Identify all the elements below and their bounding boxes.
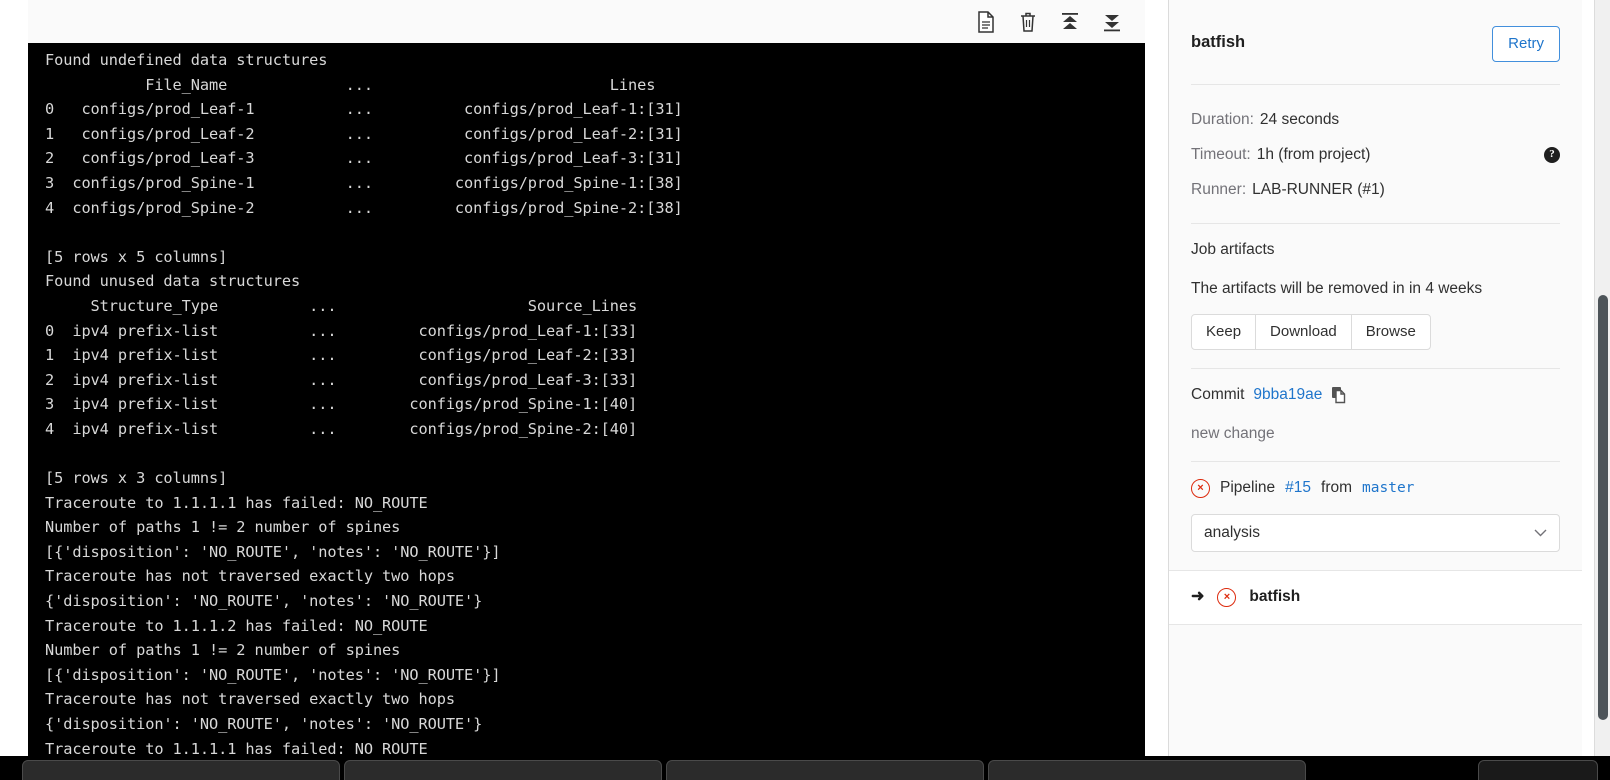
log-line: [5 rows x 5 columns] xyxy=(45,247,228,266)
log-line: Number of paths 1 != 2 number of spines xyxy=(45,641,401,660)
raw-log-icon[interactable] xyxy=(975,10,997,34)
chevron-down-icon xyxy=(1534,526,1547,540)
log-line: 2 ipv4 prefix-list ... configs/prod_Leaf… xyxy=(45,370,638,389)
log-line: Structure_Type ... Source_Lines xyxy=(45,296,638,315)
stage-select-value: analysis xyxy=(1204,523,1260,541)
browser-scrollbar-thumb[interactable] xyxy=(1598,295,1608,720)
pipeline-section: × Pipeline #15 from master analysis xyxy=(1191,460,1560,570)
scroll-to-top-icon[interactable] xyxy=(1059,10,1081,34)
pipeline-from-label: from xyxy=(1321,479,1353,496)
timeout-label: Timeout: xyxy=(1191,146,1251,163)
job-list-item-batfish[interactable]: ➜ × batfish xyxy=(1169,571,1582,625)
log-line: Found undefined data structures xyxy=(45,51,328,69)
sidebar-inner: batfish Retry Duration: 24 seconds Timeo… xyxy=(1169,0,1582,570)
timeout-row: Timeout: 1h (from project) ? xyxy=(1191,137,1560,172)
log-line: Traceroute to 1.1.1.2 has failed: NO_ROU… xyxy=(45,616,428,635)
download-artifacts-button[interactable]: Download xyxy=(1255,314,1352,350)
log-line: Number of paths 1 != 2 number of spines xyxy=(45,518,401,537)
job-list-item-label: batfish xyxy=(1249,588,1301,605)
artifacts-expiry-text: The artifacts will be removed in in 4 we… xyxy=(1191,280,1483,297)
job-failed-icon: × xyxy=(1217,587,1237,607)
arrow-right-icon: ➜ xyxy=(1191,588,1205,605)
taskbar-window-2[interactable] xyxy=(344,760,662,780)
timeout-value: 1h (from project) xyxy=(1256,146,1371,163)
copy-icon[interactable] xyxy=(1331,386,1348,404)
pipeline-job-list: ➜ × batfish xyxy=(1169,569,1582,625)
job-log-page: Found undefined data structures File_Nam… xyxy=(0,0,1610,780)
log-line: 4 ipv4 prefix-list ... configs/prod_Spin… xyxy=(45,419,638,438)
browse-artifacts-button[interactable]: Browse xyxy=(1350,314,1431,350)
commit-row: Commit 9bba19ae xyxy=(1191,386,1560,404)
log-line: [{'disposition': 'NO_ROUTE', 'notes': 'N… xyxy=(45,665,501,684)
job-title: batfish xyxy=(1191,33,1246,51)
taskbar-window-1[interactable] xyxy=(22,760,340,780)
job-log-area: Found undefined data structures File_Nam… xyxy=(0,0,1168,756)
commit-section: Commit 9bba19ae new change xyxy=(1191,367,1560,461)
log-line: {'disposition': 'NO_ROUTE', 'notes': 'NO… xyxy=(45,715,483,734)
commit-message: new change xyxy=(1191,424,1275,442)
runner-value: LAB-RUNNER (#1) xyxy=(1252,181,1385,198)
artifacts-title: Job artifacts xyxy=(1191,241,1275,258)
log-line: 4 configs/prod_Spine-2 ... configs/prod_… xyxy=(45,198,683,217)
help-icon[interactable]: ? xyxy=(1544,146,1560,163)
log-line: 0 ipv4 prefix-list ... configs/prod_Leaf… xyxy=(45,321,638,340)
log-line: [{'disposition': 'NO_ROUTE', 'notes': 'N… xyxy=(45,542,501,561)
runner-row: Runner: LAB-RUNNER (#1) xyxy=(1191,172,1560,207)
pipeline-row: × Pipeline #15 from master xyxy=(1191,478,1560,498)
log-line: 1 ipv4 prefix-list ... configs/prod_Leaf… xyxy=(45,346,638,365)
pipeline-number-link[interactable]: #15 xyxy=(1285,479,1311,497)
commit-label: Commit xyxy=(1191,385,1245,403)
log-line: Traceroute to 1.1.1.1 has failed: NO_ROU… xyxy=(45,493,428,512)
sidebar-header: batfish Retry xyxy=(1191,0,1560,85)
stage-select[interactable]: analysis xyxy=(1191,513,1560,552)
log-line: File_Name ... Lines xyxy=(45,75,656,94)
log-line: 2 configs/prod_Leaf-3 ... configs/prod_L… xyxy=(45,149,683,168)
pipeline-failed-icon: × xyxy=(1191,478,1210,498)
terminal-output[interactable]: Found undefined data structures File_Nam… xyxy=(28,43,1145,756)
job-sidebar: batfish Retry Duration: 24 seconds Timeo… xyxy=(1168,0,1582,756)
log-line: 3 configs/prod_Spine-1 ... configs/prod_… xyxy=(45,173,683,192)
runner-label: Runner: xyxy=(1191,181,1247,198)
log-line: {'disposition': 'NO_ROUTE', 'notes': 'NO… xyxy=(45,592,483,611)
keep-artifacts-button[interactable]: Keep xyxy=(1191,314,1257,350)
log-line: 0 configs/prod_Leaf-1 ... configs/prod_L… xyxy=(45,100,683,119)
duration-row: Duration: 24 seconds xyxy=(1191,102,1560,137)
browser-scrollbar[interactable] xyxy=(1594,0,1610,756)
os-taskbar xyxy=(0,756,1610,780)
duration-value: 24 seconds xyxy=(1259,111,1340,128)
artifacts-button-group: Keep Download Browse xyxy=(1191,314,1431,350)
commit-sha-link[interactable]: 9bba19ae xyxy=(1253,386,1322,404)
log-line: 3 ipv4 prefix-list ... configs/prod_Spin… xyxy=(45,395,638,414)
scroll-to-bottom-icon[interactable] xyxy=(1101,10,1123,34)
pipeline-ref-link[interactable]: master xyxy=(1362,480,1414,496)
job-meta: Duration: 24 seconds Timeout: 1h (from p… xyxy=(1191,85,1560,223)
taskbar-tray[interactable] xyxy=(1478,760,1598,780)
log-line: Traceroute has not traversed exactly two… xyxy=(45,567,455,586)
log-toolbar xyxy=(28,0,1145,43)
log-line: 1 configs/prod_Leaf-2 ... configs/prod_L… xyxy=(45,124,683,143)
log-line: [5 rows x 3 columns] xyxy=(45,469,228,488)
trash-icon[interactable] xyxy=(1017,10,1039,34)
taskbar-window-4[interactable] xyxy=(988,760,1306,780)
job-artifacts-section: Job artifacts The artifacts will be remo… xyxy=(1191,223,1560,368)
log-line: Traceroute has not traversed exactly two… xyxy=(45,690,455,709)
taskbar-window-3[interactable] xyxy=(666,760,984,780)
retry-button[interactable]: Retry xyxy=(1492,26,1560,62)
duration-label: Duration: xyxy=(1191,111,1254,128)
log-line: Traceroute to 1.1.1.1 has failed: NO_ROU… xyxy=(45,739,428,756)
pipeline-label: Pipeline xyxy=(1220,479,1276,496)
log-line: Found unused data structures xyxy=(45,272,301,291)
